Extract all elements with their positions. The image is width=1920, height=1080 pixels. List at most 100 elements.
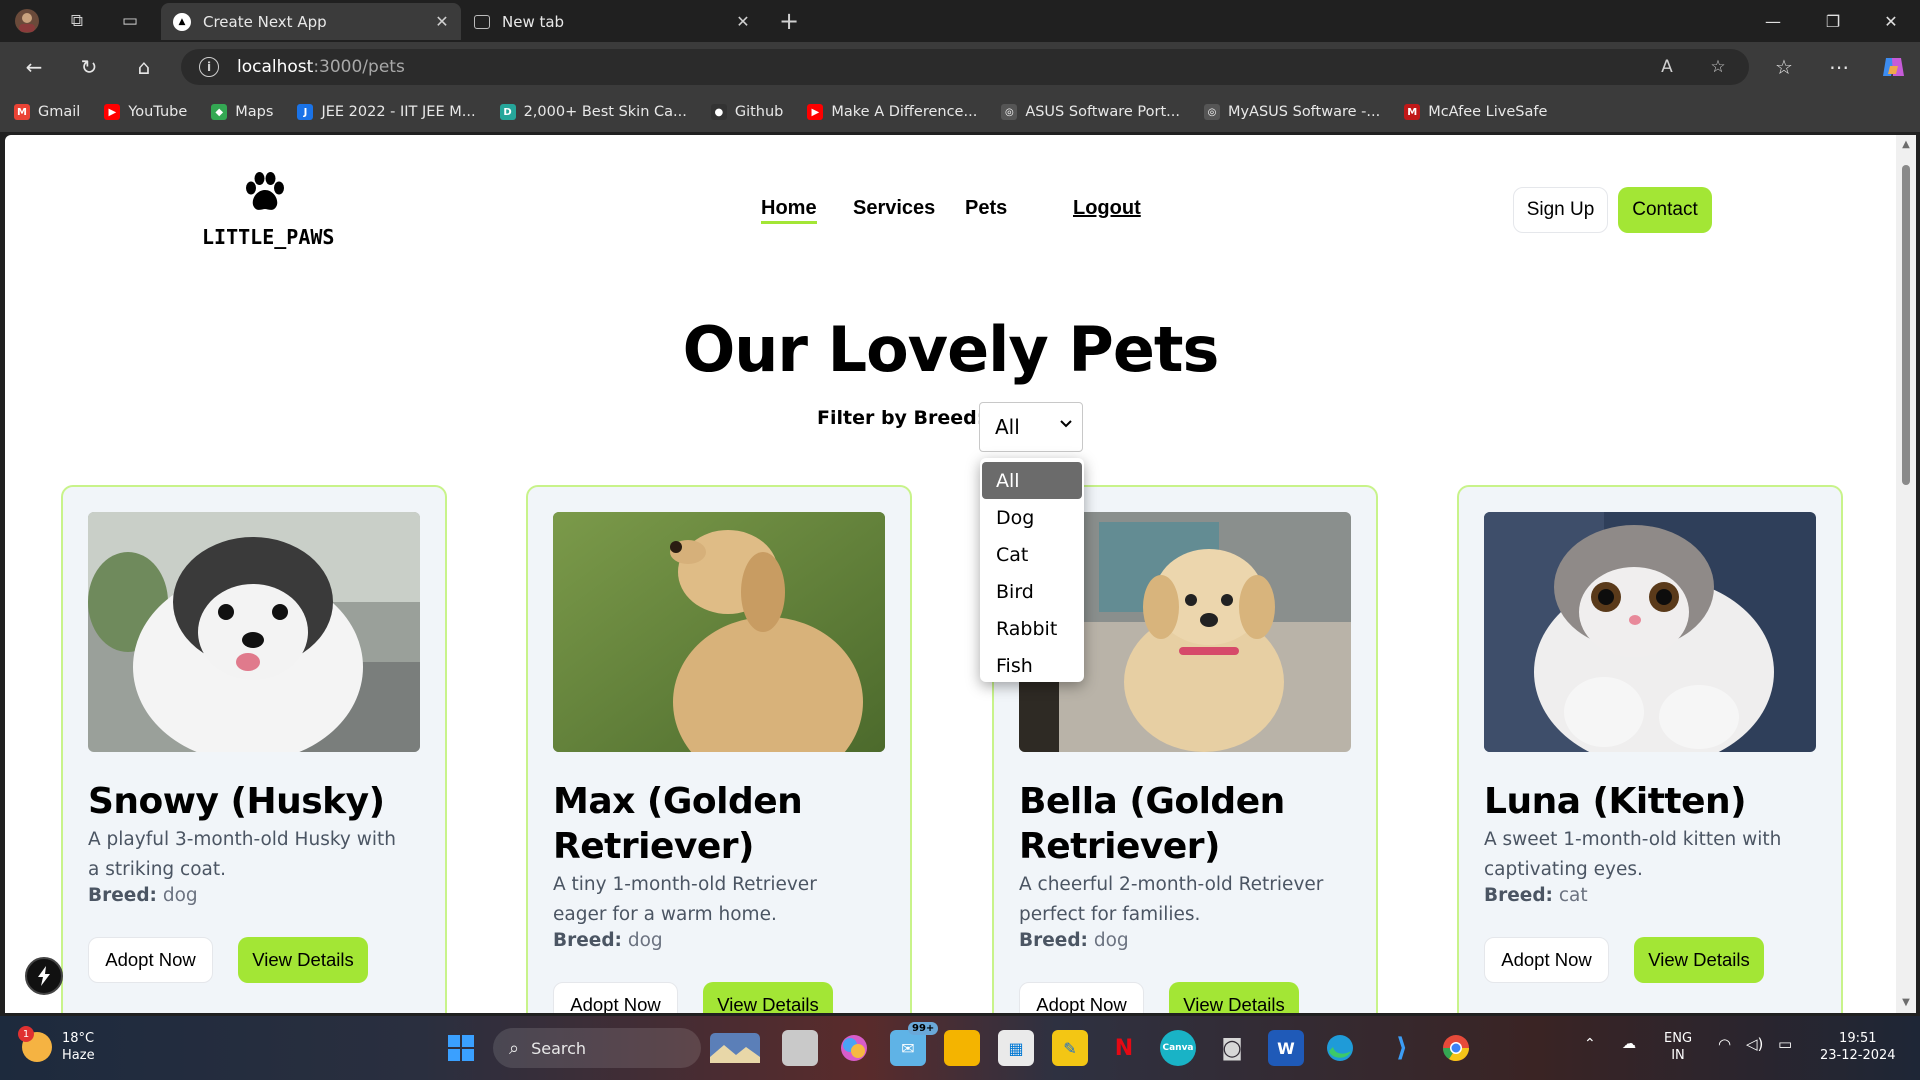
clock-date: 23-12-2024 <box>1820 1048 1896 1063</box>
scroll-up-icon[interactable]: ▲ <box>1900 139 1912 151</box>
battery-icon[interactable]: ▭ <box>1778 1036 1792 1053</box>
view-details-button[interactable]: View Details <box>703 982 833 1013</box>
chevron-down-icon <box>1060 417 1072 433</box>
chrome-icon[interactable] <box>1438 1030 1474 1066</box>
page-viewport: LITTLE_PAWS Home Services Pets Logout Si… <box>5 135 1896 1013</box>
copilot-icon[interactable] <box>1877 51 1909 83</box>
profile-avatar-icon[interactable] <box>12 6 42 36</box>
tab-actions-icon[interactable]: ▭ <box>115 6 145 36</box>
sticky-notes-icon[interactable]: ✎ <box>1052 1030 1088 1066</box>
pet-breed: Breed: cat <box>1484 885 1588 906</box>
scroll-down-icon[interactable]: ▼ <box>1900 997 1912 1009</box>
close-tab-icon[interactable]: ✕ <box>732 10 754 32</box>
site-logo[interactable]: LITTLE_PAWS <box>202 171 334 249</box>
close-window-icon[interactable]: ✕ <box>1862 0 1920 42</box>
contact-button[interactable]: Contact <box>1618 187 1712 233</box>
bookmark-item[interactable]: ▶ YouTube <box>104 104 187 120</box>
notification-badge: 1 <box>18 1026 34 1042</box>
bookmark-item[interactable]: ◎ ASUS Software Port... <box>1001 104 1180 120</box>
bookmark-item[interactable]: ◆ Maps <box>211 104 273 120</box>
globe-icon: ◎ <box>1001 104 1018 120</box>
adopt-now-button[interactable]: Adopt Now <box>1484 937 1609 983</box>
bookmark-item[interactable]: M Gmail <box>14 104 80 120</box>
minimize-icon[interactable]: — <box>1744 0 1802 42</box>
bookmark-item[interactable]: J JEE 2022 - IIT JEE M... <box>297 104 476 120</box>
view-details-button[interactable]: View Details <box>1169 982 1299 1013</box>
microsoft-store-icon[interactable]: ▦ <box>998 1030 1034 1066</box>
pet-card: Luna (Kitten) A sweet 1-month-old kitten… <box>1457 485 1843 1013</box>
camera-icon[interactable]: ◙ <box>1214 1030 1250 1066</box>
new-tab-plus-icon[interactable]: + <box>774 6 804 36</box>
filter-option-fish[interactable]: Fish <box>980 647 1084 684</box>
pet-name: Bella (Golden Retriever) <box>1019 781 1285 867</box>
breed-filter-select[interactable]: All <box>979 402 1083 452</box>
bookmark-item[interactable]: ● Github <box>710 104 784 120</box>
bookmark-label: Github <box>734 104 784 120</box>
bookmark-label: MyASUS Software -... <box>1227 104 1381 120</box>
vscode-icon[interactable]: ⟩ <box>1384 1030 1420 1066</box>
edge-icon[interactable] <box>1322 1030 1358 1066</box>
nav-pets-link[interactable]: Pets <box>965 197 1007 220</box>
widgets-landscape-icon[interactable] <box>710 1030 760 1066</box>
copilot-taskbar-icon[interactable] <box>836 1030 872 1066</box>
volume-icon[interactable]: ◁) <box>1746 1036 1763 1053</box>
adopt-now-button[interactable]: Adopt Now <box>553 982 678 1013</box>
pet-description: A cheerful 2-month-old Retriever perfect… <box>1019 874 1324 925</box>
view-details-button[interactable]: View Details <box>238 937 368 983</box>
wifi-icon[interactable]: ◠ <box>1718 1036 1731 1053</box>
read-aloud-icon[interactable]: A <box>1655 55 1679 79</box>
bookmark-item[interactable]: ▶ Make A Difference... <box>807 104 977 120</box>
globe-icon: ◎ <box>1203 104 1220 120</box>
tab-new-tab[interactable]: New tab ✕ <box>462 3 762 40</box>
site-info-icon[interactable]: i <box>199 57 219 77</box>
restore-icon[interactable]: ❐ <box>1804 0 1862 42</box>
nav-services-link[interactable]: Services <box>853 197 935 220</box>
view-details-button[interactable]: View Details <box>1634 937 1764 983</box>
nav-logout-link[interactable]: Logout <box>1073 197 1141 220</box>
more-menu-icon[interactable]: ⋯ <box>1823 51 1855 83</box>
tab-create-next-app[interactable]: ▲ Create Next App ✕ <box>161 3 461 40</box>
tab-title: New tab <box>502 12 565 31</box>
sign-up-button[interactable]: Sign Up <box>1513 187 1608 233</box>
task-view-icon[interactable] <box>782 1030 818 1066</box>
address-bar[interactable]: i localhost:3000/pets A ☆ <box>181 49 1749 85</box>
adopt-now-button[interactable]: Adopt Now <box>88 937 213 983</box>
onedrive-sync-icon[interactable]: ☁ <box>1622 1036 1636 1053</box>
weather-widget[interactable]: 1 18°C Haze <box>18 1026 95 1064</box>
workspaces-icon[interactable]: ⧉ <box>62 6 92 36</box>
nextjs-devtools-lightning-icon[interactable] <box>25 957 63 995</box>
mail-icon[interactable]: ✉ 99+ <box>890 1022 939 1066</box>
taskbar-search[interactable]: ⌕ Search <box>493 1028 701 1068</box>
refresh-icon[interactable]: ↻ <box>73 51 105 83</box>
favorites-icon[interactable]: ☆ <box>1768 51 1800 83</box>
bookmark-item[interactable]: D 2,000+ Best Skin Ca... <box>499 104 687 120</box>
clock[interactable]: 19:51 23-12-2024 <box>1820 1030 1896 1064</box>
page-scrollbar[interactable]: ▲ ▼ <box>1896 135 1916 1013</box>
close-tab-icon[interactable]: ✕ <box>431 10 453 32</box>
windows-start-icon[interactable] <box>443 1030 479 1066</box>
new-tab-favicon-icon <box>474 14 490 29</box>
word-icon[interactable]: W <box>1268 1030 1304 1066</box>
pet-description: A tiny 1-month-old Retriever eager for a… <box>553 874 817 925</box>
home-icon[interactable]: ⌂ <box>128 51 160 83</box>
filter-option-rabbit[interactable]: Rabbit <box>980 610 1084 647</box>
file-explorer-icon[interactable] <box>944 1030 980 1066</box>
filter-option-cat[interactable]: Cat <box>980 536 1084 573</box>
url-text[interactable]: localhost:3000/pets <box>237 57 405 77</box>
language-indicator[interactable]: ENG IN <box>1664 1030 1692 1064</box>
adopt-now-button[interactable]: Adopt Now <box>1019 982 1144 1013</box>
pet-breed: Breed: dog <box>553 930 663 951</box>
search-label: Search <box>531 1038 587 1058</box>
filter-option-dog[interactable]: Dog <box>980 499 1084 536</box>
bookmark-item[interactable]: M McAfee LiveSafe <box>1404 104 1547 120</box>
filter-option-bird[interactable]: Bird <box>980 573 1084 610</box>
tray-chevron-up-icon[interactable]: ⌃ <box>1584 1036 1596 1053</box>
canva-icon[interactable]: Canva <box>1160 1030 1196 1066</box>
bookmark-item[interactable]: ◎ MyASUS Software -... <box>1203 104 1381 120</box>
nav-home-link[interactable]: Home <box>761 197 817 224</box>
favorite-star-icon[interactable]: ☆ <box>1706 55 1730 79</box>
back-arrow-icon[interactable]: ← <box>18 51 50 83</box>
scrollbar-thumb[interactable] <box>1902 165 1910 485</box>
netflix-icon[interactable]: N <box>1106 1030 1142 1066</box>
filter-option-all[interactable]: All <box>982 462 1082 499</box>
